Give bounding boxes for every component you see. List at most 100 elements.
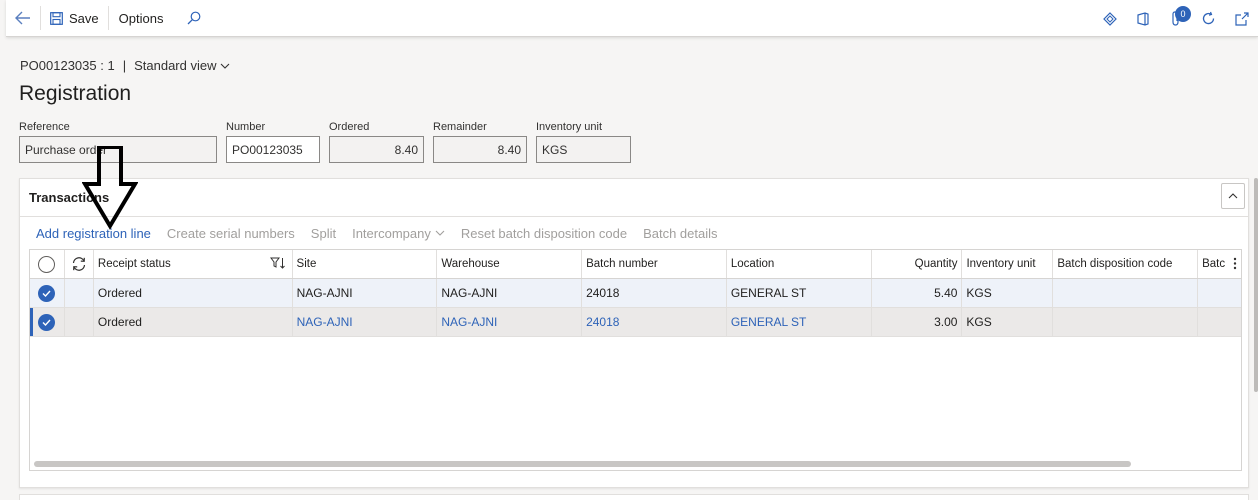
column-header-batch-number[interactable]: Batch number (582, 250, 727, 278)
pop-out-icon (1234, 11, 1249, 26)
vertical-scrollbar[interactable] (1254, 178, 1258, 392)
search-button[interactable] (173, 0, 215, 37)
remainder-input[interactable]: 8.40 (433, 136, 527, 163)
batch-number-cell[interactable]: 24018 (582, 279, 727, 307)
column-header-receipt-status[interactable]: Receipt status (94, 250, 293, 278)
batch-number-link[interactable]: 24018 (582, 308, 727, 336)
receipt-status-header: Receipt status (97, 258, 171, 270)
attachments-button[interactable]: 0 (1159, 0, 1192, 37)
batch-cell[interactable] (1198, 308, 1241, 336)
next-section-panel (19, 494, 1249, 500)
save-button[interactable]: Save (41, 0, 108, 37)
location-cell[interactable]: GENERAL ST (727, 279, 872, 307)
remainder-field: Remainder 8.40 (433, 121, 527, 163)
chevron-up-icon (1228, 193, 1238, 199)
transactions-header[interactable]: Transactions (20, 179, 1248, 217)
inventory-unit-input[interactable]: KGS (536, 136, 631, 163)
back-button[interactable] (6, 0, 40, 37)
page-title: Registration (19, 82, 132, 105)
intercompany-menu[interactable]: Intercompany (352, 226, 445, 241)
office-button[interactable] (1126, 0, 1159, 37)
column-header-warehouse[interactable]: Warehouse (437, 250, 583, 278)
inventory-unit-field: Inventory unit KGS (536, 121, 631, 163)
create-serial-numbers-button[interactable]: Create serial numbers (167, 226, 295, 241)
grid-header-row: Receipt status Site Warehouse Batch numb… (30, 250, 1241, 279)
column-header-inventory-unit[interactable]: Inventory unit (962, 250, 1054, 278)
save-label: Save (69, 10, 99, 26)
warehouse-link[interactable]: NAG-AJNI (437, 308, 583, 336)
select-all-radio[interactable] (38, 255, 56, 273)
receipt-status-cell[interactable]: Ordered (94, 308, 293, 336)
batch-disposition-code-cell[interactable] (1053, 308, 1199, 336)
chevron-down-icon (221, 63, 230, 69)
row-select-cell[interactable] (30, 279, 65, 307)
receipt-status-cell[interactable]: Ordered (94, 279, 293, 307)
save-icon (50, 11, 63, 25)
column-header-batch[interactable]: Batc (1198, 250, 1241, 278)
batch-cell[interactable] (1198, 279, 1241, 307)
row-select-cell[interactable] (30, 308, 65, 336)
row-selected-check[interactable] (38, 313, 56, 331)
table-row[interactable]: Ordered NAG-AJNI NAG-AJNI 24018 GENERAL … (30, 279, 1241, 308)
batch-disposition-code-cell[interactable] (1053, 279, 1199, 307)
column-header-site[interactable]: Site (293, 250, 438, 278)
breadcrumb: PO00123035 : 1 | Standard view (20, 58, 230, 73)
checkmark-icon (42, 319, 51, 326)
refresh-icon (1202, 11, 1215, 25)
row-selected-check[interactable] (38, 284, 56, 302)
ordered-field: Ordered 8.40 (329, 121, 424, 163)
collapse-button[interactable] (1221, 183, 1245, 209)
site-link[interactable]: NAG-AJNI (293, 308, 438, 336)
refresh-column[interactable] (65, 250, 94, 278)
sync-icon (72, 257, 86, 271)
transactions-grid: Receipt status Site Warehouse Batch numb… (29, 249, 1242, 471)
checkmark-icon (42, 290, 51, 297)
inventory-unit-cell[interactable]: KGS (962, 279, 1054, 307)
horizontal-scrollbar[interactable] (34, 461, 1131, 467)
annotation-arrow-icon (82, 146, 138, 230)
quantity-cell[interactable]: 3.00 (872, 308, 963, 336)
reference-label: Reference (19, 121, 70, 133)
refresh-button[interactable] (1192, 0, 1225, 37)
quantity-cell[interactable]: 5.40 (872, 279, 963, 307)
column-header-quantity[interactable]: Quantity (872, 250, 963, 278)
search-icon (187, 11, 201, 25)
power-apps-button[interactable] (1093, 0, 1126, 37)
location-link[interactable]: GENERAL ST (727, 308, 872, 336)
options-menu[interactable]: Options (109, 0, 174, 37)
column-header-batch-disposition-code[interactable]: Batch disposition code (1053, 250, 1199, 278)
ordered-input[interactable]: 8.40 (329, 136, 424, 163)
record-caption: PO00123035 : 1 (20, 58, 115, 73)
ordered-label: Ordered (329, 121, 370, 133)
warehouse-cell[interactable]: NAG-AJNI (437, 279, 583, 307)
more-options-icon[interactable] (1233, 257, 1237, 270)
batch-details-button[interactable]: Batch details (643, 226, 717, 241)
action-pane: Save Options 0 (6, 0, 1258, 37)
row-status-cell (65, 308, 94, 336)
row-status-cell (65, 279, 94, 307)
reset-batch-disposition-code-button[interactable]: Reset batch disposition code (461, 226, 627, 241)
options-label: Options (118, 10, 164, 26)
filter-sort-icon[interactable] (269, 257, 286, 269)
diamond-icon (1102, 11, 1117, 26)
breadcrumb-separator: | (122, 58, 127, 73)
view-selector[interactable]: Standard view (134, 58, 230, 73)
select-all-cell[interactable] (30, 250, 65, 278)
office-icon (1136, 11, 1149, 26)
open-new-window-button[interactable] (1225, 0, 1258, 37)
number-input[interactable]: PO00123035 (226, 136, 320, 163)
table-row[interactable]: Ordered NAG-AJNI NAG-AJNI 24018 GENERAL … (30, 308, 1241, 337)
inventory-unit-label: Inventory unit (536, 121, 603, 133)
batch-header-label: Batc (1202, 258, 1226, 270)
view-label: Standard view (134, 58, 217, 73)
attachment-count-badge: 0 (1175, 6, 1191, 22)
inventory-unit-cell[interactable]: KGS (962, 308, 1054, 336)
number-label: Number (226, 121, 266, 133)
back-arrow-icon (15, 11, 30, 25)
site-cell[interactable]: NAG-AJNI (293, 279, 438, 307)
transactions-action-bar: Add registration line Create serial numb… (20, 217, 1248, 249)
toolbar-right-icons: 0 (1093, 0, 1258, 37)
column-header-location[interactable]: Location (727, 250, 872, 278)
split-button[interactable]: Split (311, 226, 336, 241)
chevron-down-icon (435, 230, 445, 236)
